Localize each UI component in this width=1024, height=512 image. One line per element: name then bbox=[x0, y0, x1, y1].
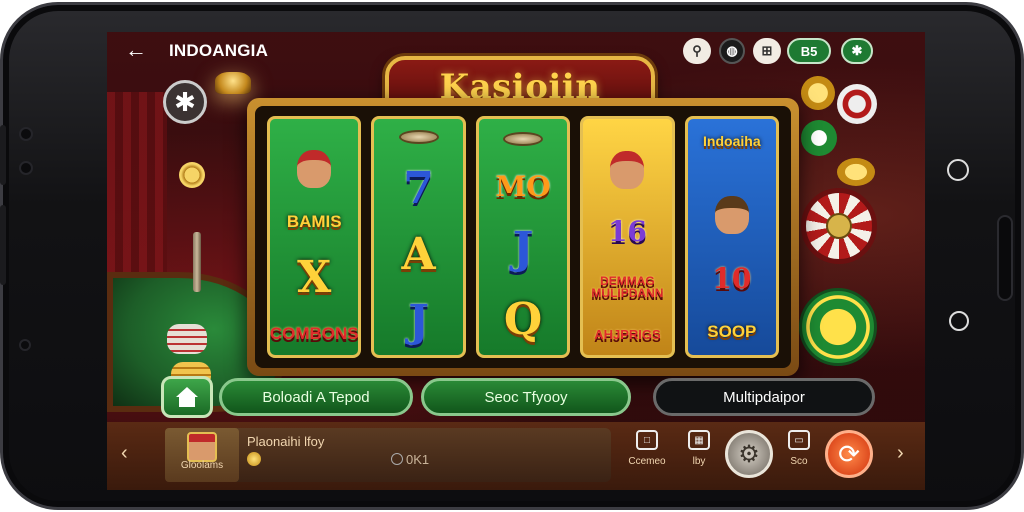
phone-side-button bbox=[997, 215, 1013, 301]
toolbar-item-label: Ccemeo bbox=[628, 456, 666, 467]
reel-2[interactable]: 7 A J bbox=[371, 116, 466, 358]
house-icon bbox=[176, 387, 198, 407]
reel-area: BAMIS X COMBONS 7 A J MO J Q 16 DEMMAG M… bbox=[255, 106, 791, 368]
reel-symbol: 16 bbox=[607, 215, 647, 249]
circle-nav-icon[interactable] bbox=[947, 159, 969, 181]
roulette-wheel-decoration bbox=[801, 188, 877, 264]
reel-4[interactable]: 16 DEMMAG MULIPDANN AHJPRIGS bbox=[580, 116, 675, 358]
reel-symbol: DEMMAG MULIPDANN bbox=[591, 273, 664, 300]
header-pill-3[interactable]: ⊞ bbox=[753, 38, 781, 64]
header-pill-2[interactable]: ◍ bbox=[719, 38, 745, 64]
target-nav-icon[interactable] bbox=[949, 311, 969, 331]
game-title: Plaonaihi lfoy bbox=[247, 434, 325, 449]
coin-symbol bbox=[503, 132, 544, 147]
tablet-icon: □ bbox=[636, 430, 658, 450]
reel-symbol: 10 bbox=[712, 261, 752, 295]
phone-frame: ← INDOANGIA ⚲ ◍ ⊞ B5 ✱ ✱ Kasioiin BAMIS … bbox=[0, 2, 1024, 510]
toolbar-item-label: Sco bbox=[790, 456, 808, 467]
roulette-center bbox=[826, 213, 852, 239]
reel-1[interactable]: BAMIS X COMBONS bbox=[267, 116, 362, 358]
thumbnail-portrait bbox=[187, 432, 217, 462]
action-button-1[interactable]: Boloadi A Tepod bbox=[219, 378, 413, 416]
app-title: INDOANGIA bbox=[169, 41, 269, 60]
card-icon: ▦ bbox=[688, 430, 710, 450]
phone-side-button bbox=[0, 205, 6, 285]
reel-symbol: AHJPRIGS bbox=[594, 326, 661, 342]
header-pill-5[interactable]: ✱ bbox=[841, 38, 873, 64]
pole-decoration bbox=[193, 232, 201, 292]
coin-icon bbox=[247, 452, 261, 466]
arrow-left-icon[interactable]: ← bbox=[125, 38, 149, 62]
chip-decoration bbox=[837, 158, 875, 186]
monitor-icon: ▭ bbox=[788, 430, 810, 450]
reel-symbol: SOOP bbox=[707, 321, 757, 341]
chevron-left-icon[interactable]: ‹ bbox=[121, 442, 128, 465]
phone-side-button bbox=[0, 125, 6, 185]
slot-machine: BAMIS X COMBONS 7 A J MO J Q 16 DEMMAG M… bbox=[247, 98, 799, 376]
reel-symbol: COMBONS bbox=[269, 324, 359, 344]
reel-symbol: A bbox=[401, 229, 436, 281]
phone-sensor-icon bbox=[19, 339, 31, 351]
player-portrait bbox=[700, 178, 764, 235]
reel-symbol: J bbox=[408, 295, 430, 347]
reel-5[interactable]: Indoaiha 10 SOOP bbox=[684, 116, 780, 358]
chip-stack-decoration bbox=[167, 324, 207, 354]
game-thumb-label: Gloolams bbox=[180, 460, 224, 471]
reel-3[interactable]: MO J Q bbox=[475, 116, 571, 358]
reel-symbol: MO bbox=[495, 169, 551, 203]
toolbar-item-4[interactable]: ▭ Sco bbox=[777, 430, 821, 478]
reel-symbol: 7 bbox=[403, 162, 434, 214]
app-screen: ← INDOANGIA ⚲ ◍ ⊞ B5 ✱ ✱ Kasioiin BAMIS … bbox=[107, 32, 925, 490]
player-portrait bbox=[282, 132, 346, 188]
toolbar-item-2[interactable]: ▦ lby bbox=[677, 430, 721, 478]
spin-icon[interactable]: ⟳ bbox=[825, 430, 873, 478]
gear-icon[interactable]: ⚙ bbox=[725, 430, 773, 478]
curtain-decoration bbox=[107, 92, 167, 292]
player-portrait bbox=[595, 133, 659, 190]
action-button-3[interactable]: Multipdaipor bbox=[653, 378, 875, 416]
chip-decoration bbox=[837, 84, 877, 124]
big-chip-decoration bbox=[799, 288, 877, 366]
reel-symbol: Indoaiha bbox=[703, 133, 761, 150]
game-count: 0K1 bbox=[391, 452, 429, 467]
toolbar-item-label: lby bbox=[692, 456, 706, 467]
chevron-right-icon[interactable]: › bbox=[897, 442, 904, 465]
header-pill-1[interactable]: ⚲ bbox=[683, 38, 711, 64]
reel-symbol: X bbox=[297, 251, 332, 303]
toolbar-item-1[interactable]: □ Ccemeo bbox=[625, 430, 669, 478]
lamp-decoration bbox=[215, 72, 251, 94]
chip-decoration bbox=[801, 120, 837, 156]
action-button-2[interactable]: Seoc Tfyooy bbox=[421, 378, 631, 416]
phone-sensor-icon bbox=[19, 127, 33, 141]
reel-symbol: Q bbox=[503, 293, 543, 345]
game-thumbnail[interactable] bbox=[165, 428, 239, 482]
header-pill-balance[interactable]: B5 bbox=[787, 38, 831, 64]
reel-symbol: J bbox=[512, 223, 534, 275]
coin-symbol bbox=[398, 130, 439, 145]
home-button[interactable] bbox=[161, 376, 213, 418]
asterisk-menu-button[interactable]: ✱ bbox=[163, 80, 207, 124]
phone-sensor-icon bbox=[19, 161, 33, 175]
bottom-bar: ‹ Gloolams Plaonaihi lfoy 0K1 □ Ccemeo ▦… bbox=[107, 422, 925, 490]
chip-decoration bbox=[179, 162, 205, 188]
reel-symbol: BAMIS bbox=[286, 212, 342, 232]
